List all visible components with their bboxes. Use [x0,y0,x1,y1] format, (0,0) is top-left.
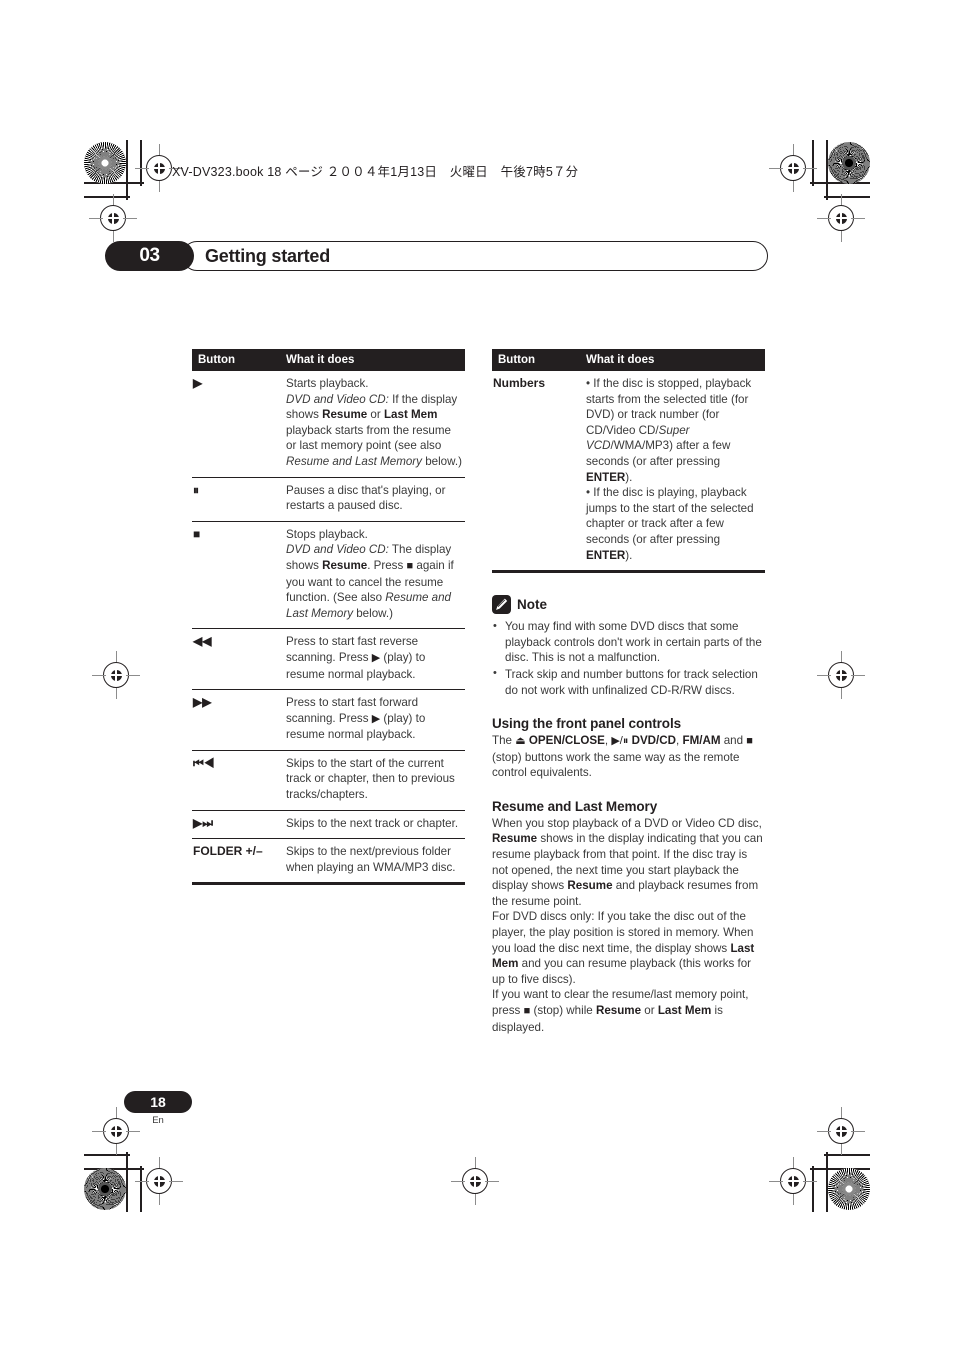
button-symbol-icon: ⏸ [193,482,200,497]
registration-mark-bottom-center [451,1157,499,1205]
chapter-title: Getting started [205,245,331,266]
registration-mark-right-middle [817,651,865,699]
button-symbol-cell: ⏸ [192,477,280,522]
column-header-button: Button [492,349,580,371]
crop-mark-bottom-right [810,1152,870,1212]
table-row: ▶ Starts playback. DVD and Video CD: If th… [192,371,465,478]
button-description-cell: Skips to the start of the current track … [280,750,465,811]
button-symbol-icon: ▶▶ [193,695,212,710]
left-table-body: ▶ Starts playback. DVD and Video CD: If th… [192,371,465,886]
table-row: FOLDER +/– Skips to the next/previous fol… [192,838,465,886]
button-description-cell: Press to start fast reverse scanning. Pr… [280,628,465,691]
column-header-what-it-does: What it does [580,349,765,371]
registration-mark-left-top [89,194,137,242]
button-symbol-cell: ◀◀ [192,628,280,691]
page-footer: 18 En [124,1091,192,1126]
table-row: Numbers • If the disc is stopped, playbac… [492,371,765,574]
table-row: ■ Stops playback. DVD and Video CD: The di… [192,521,465,630]
button-symbol-cell: ▶▶ [192,689,280,751]
pencil-icon [492,595,511,615]
crop-mark-top-left [84,140,144,200]
note-bullet-item: Track skip and number buttons for track … [492,666,765,698]
button-description-cell: • If the disc is stopped, playback start… [580,371,765,574]
registration-mark-top-right-slug [769,144,817,192]
print-control-patch-bottom-right [828,1168,870,1210]
print-slug-line: XV-DV323.book 18 ページ ２００４年1月13日 火曜日 午後7時… [172,165,579,179]
button-function-table-right: Button What it does Numbers • If the disc… [492,349,765,574]
column-header-what-it-does: What it does [280,349,465,371]
registration-mark-bottom-right [769,1157,817,1205]
note-bullet-item: You may find with some DVD discs that so… [492,619,765,666]
table-row: ⏮◀ Skips to the start of the current trac… [192,750,465,811]
button-symbol-icon: FOLDER +/– [193,844,263,859]
button-symbol-icon: ◀◀ [193,634,212,649]
section-heading: Using the front panel controls [492,716,682,732]
button-symbol-cell: ▶⏭ [192,810,280,840]
column-header-button: Button [192,349,280,371]
button-function-table-left: Button What it does ▶ Starts playback. DVD… [192,349,465,886]
table-header-row: Button What it does [192,349,465,371]
note-bullet-list: You may find with some DVD discs that so… [492,619,765,698]
button-symbol-cell: FOLDER +/– [192,838,280,886]
button-description-cell: Starts playback. DVD and Video CD: If the… [280,371,465,478]
button-symbol-icon: ■ [193,526,201,541]
table-row: ▶⏭ Skips to the next track or chapter. [192,810,465,840]
page-number-badge: 18 [124,1091,192,1113]
registration-mark-top-slug [135,144,183,192]
button-symbol-icon: ▶⏭ [193,815,214,830]
registration-mark-right-bottom [817,1107,865,1155]
chapter-banner: 03 Getting started [105,241,768,271]
body-sections: Using the front panel controls The ⏏ OPEN… [492,715,765,1035]
button-symbol-icon: ⏮◀ [193,755,215,770]
crop-mark-bottom-left [84,1152,144,1212]
note-title: Note [517,597,547,613]
right-table-body: Numbers • If the disc is stopped, playbac… [492,371,765,574]
note-block: Note You may find with some DVD discs th… [492,595,765,698]
print-control-patch-bottom-left [84,1168,126,1210]
section-body: The ⏏ OPEN/CLOSE, ▶/⏸ DVD/CD, FM/AM and … [492,734,753,780]
button-symbol-icon: Numbers [493,376,546,390]
section-body: When you stop playback of a DVD or Video… [492,816,763,1034]
table-header-row: Button What it does [492,349,765,371]
right-column: Button What it does Numbers • If the disc… [492,349,765,1035]
page-language-code: En [152,1115,164,1126]
print-control-patch-top-right [828,142,870,184]
chapter-number-badge: 03 [105,241,194,271]
button-symbol-cell: ■ [192,521,280,630]
note-heading: Note [492,595,765,615]
button-description-cell: Press to start fast forward scanning. Pr… [280,689,465,751]
button-description-cell: Pauses a disc that's playing, or restart… [280,477,465,522]
print-control-patch-top-left [84,142,126,184]
left-column: Button What it does ▶ Starts playback. DVD… [192,349,465,886]
crop-mark-top-right [810,140,870,200]
registration-mark-right-top [817,194,865,242]
button-description-cell: Skips to the next/previous folder when p… [280,838,465,886]
button-description-cell: Stops playback. DVD and Video CD: The dis… [280,521,465,630]
table-row: ⏸ Pauses a disc that's playing, or restar… [192,477,465,522]
registration-mark-left-middle [92,651,140,699]
content-section: Using the front panel controls The ⏏ OPEN… [492,715,765,781]
button-symbol-icon: ▶ [193,376,203,390]
button-symbol-cell: Numbers [492,371,580,574]
button-symbol-cell: ⏮◀ [192,750,280,811]
registration-mark-bottom-left [135,1157,183,1205]
table-row: ▶▶ Press to start fast forward scanning. … [192,689,465,751]
section-heading: Resume and Last Memory [492,798,658,814]
button-symbol-cell: ▶ [192,371,280,478]
button-description-cell: Skips to the next track or chapter. [280,810,465,840]
content-section: Resume and Last Memory When you stop play… [492,798,765,1035]
table-row: ◀◀ Press to start fast reverse scanning. … [192,628,465,691]
